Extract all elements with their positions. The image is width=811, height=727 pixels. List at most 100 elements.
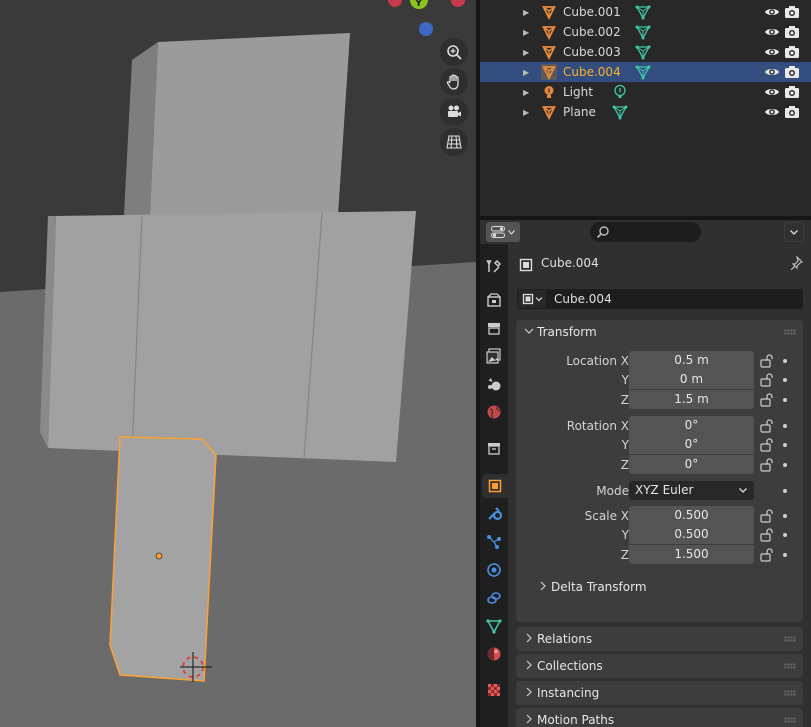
location-z-field[interactable]: 1.5 m [629,390,754,409]
mesh-data-icon[interactable] [635,64,651,80]
rotation-z-field[interactable]: 0° [629,455,754,474]
eye-icon[interactable] [764,45,780,59]
tab-world[interactable] [482,400,506,424]
tab-render[interactable] [482,288,506,312]
tab-tool[interactable] [482,254,506,278]
lock-icon[interactable] [759,373,775,387]
tab-object[interactable] [482,474,508,498]
location-y-field[interactable]: 0 m [629,370,754,389]
keyframe-dot-icon[interactable] [783,463,787,467]
lock-icon[interactable] [759,528,775,542]
keyframe-dot-icon[interactable] [783,378,787,382]
tab-physics[interactable] [482,558,506,582]
disclosure-triangle-icon[interactable]: ▶ [523,28,529,37]
tab-output[interactable] [482,316,506,340]
panel-header[interactable]: Motion Paths [516,708,803,727]
tab-modifiers[interactable] [482,502,506,526]
properties-search-input[interactable] [590,222,701,242]
mesh-data-icon[interactable] [612,104,628,120]
tab-constraints[interactable] [482,586,506,610]
keyframe-dot-icon[interactable] [783,514,787,518]
camera-view-button[interactable] [440,98,468,126]
lock-icon[interactable] [759,354,775,368]
panel-header[interactable]: Instancing [516,681,803,705]
location-x-field[interactable]: 0.5 m [629,351,754,370]
panel-header[interactable]: Collections [516,654,803,678]
keyframe-dot-icon[interactable] [783,398,787,402]
outliner-item-cube-001[interactable]: ▶ Cube.001 [480,2,811,22]
viewport-scene[interactable] [0,0,476,727]
lock-icon[interactable] [759,509,775,523]
scale-y-field[interactable]: 0.500 [629,525,754,544]
mesh-data-icon[interactable] [635,44,651,60]
drag-grip-icon[interactable] [784,663,796,669]
render-camera-icon[interactable] [784,25,800,39]
tab-particles[interactable] [482,530,506,554]
tab-data[interactable] [482,614,506,638]
keyframe-dot-icon[interactable] [783,489,787,493]
disclosure-triangle-icon[interactable]: ▶ [523,108,529,117]
lock-icon[interactable] [759,419,775,433]
keyframe-dot-icon[interactable] [783,553,787,557]
drag-grip-icon[interactable] [784,636,796,642]
zoom-button[interactable] [440,38,468,66]
render-camera-icon[interactable] [784,45,800,59]
tab-collection[interactable] [482,436,506,460]
keyframe-dot-icon[interactable] [783,533,787,537]
render-camera-icon[interactable] [784,65,800,79]
object-name-field[interactable]: Cube.004 [547,289,803,309]
disclosure-triangle-icon[interactable]: ▶ [523,88,529,97]
render-camera-icon[interactable] [784,85,800,99]
object-browse-dropdown[interactable] [517,289,547,309]
drag-grip-icon[interactable] [784,717,796,723]
render-camera-icon[interactable] [784,105,800,119]
eye-icon[interactable] [764,25,780,39]
light-data-icon[interactable] [612,84,628,100]
rotation-y-field[interactable]: 0° [629,435,754,454]
scale-z-field[interactable]: 1.500 [629,545,754,564]
drag-grip-icon[interactable] [784,329,796,335]
eye-icon[interactable] [764,85,780,99]
transform-panel-header[interactable]: Transform [516,320,803,344]
panel-relations[interactable]: Relations [516,627,803,651]
drag-grip-icon[interactable] [784,690,796,696]
delta-transform-subpanel[interactable]: Delta Transform [516,575,803,599]
outliner-item-light[interactable]: ▶ Light [480,82,811,102]
mesh-data-icon[interactable] [635,4,651,20]
options-dropdown-button[interactable] [784,222,804,242]
eye-icon[interactable] [764,105,780,119]
tab-material[interactable] [482,642,506,666]
keyframe-dot-icon[interactable] [783,443,787,447]
panel-instancing[interactable]: Instancing [516,681,803,705]
disclosure-triangle-icon[interactable]: ▶ [523,48,529,57]
rotation-x-field[interactable]: 0° [629,416,754,435]
panel-header[interactable]: Relations [516,627,803,651]
outliner-item-cube-002[interactable]: ▶ Cube.002 [480,22,811,42]
outliner-item-cube-003[interactable]: ▶ Cube.003 [480,42,811,62]
pan-button[interactable] [440,68,468,96]
lock-icon[interactable] [759,548,775,562]
disclosure-triangle-icon[interactable]: ▶ [523,8,529,17]
tab-view-layer[interactable] [482,344,506,368]
panel-motion-paths[interactable]: Motion Paths [516,708,803,727]
keyframe-dot-icon[interactable] [783,424,787,428]
lock-icon[interactable] [759,393,775,407]
render-camera-icon[interactable] [784,5,800,19]
tab-texture[interactable] [482,678,506,702]
keyframe-dot-icon[interactable] [783,359,787,363]
mesh-data-icon[interactable] [635,24,651,40]
scale-x-field[interactable]: 0.500 [629,506,754,525]
rotation-mode-select[interactable]: XYZ Euler [629,481,754,500]
eye-icon[interactable] [764,65,780,79]
outliner[interactable]: ▶ Cube.001 ▶ Cube.002 ▶ Cube.003 ▶ Cube.004 ▶ Lig… [480,0,811,216]
outliner-item-plane[interactable]: ▶ Plane [480,102,811,122]
outliner-item-cube-004[interactable]: ▶ Cube.004 [480,62,811,82]
lock-icon[interactable] [759,438,775,452]
editor-type-button[interactable] [486,222,520,242]
3d-viewport[interactable]: Y [0,0,476,727]
perspective-toggle-button[interactable] [440,128,468,156]
disclosure-triangle-icon[interactable]: ▶ [523,68,529,77]
lock-icon[interactable] [759,458,775,472]
pin-icon[interactable] [789,256,803,270]
panel-collections[interactable]: Collections [516,654,803,678]
